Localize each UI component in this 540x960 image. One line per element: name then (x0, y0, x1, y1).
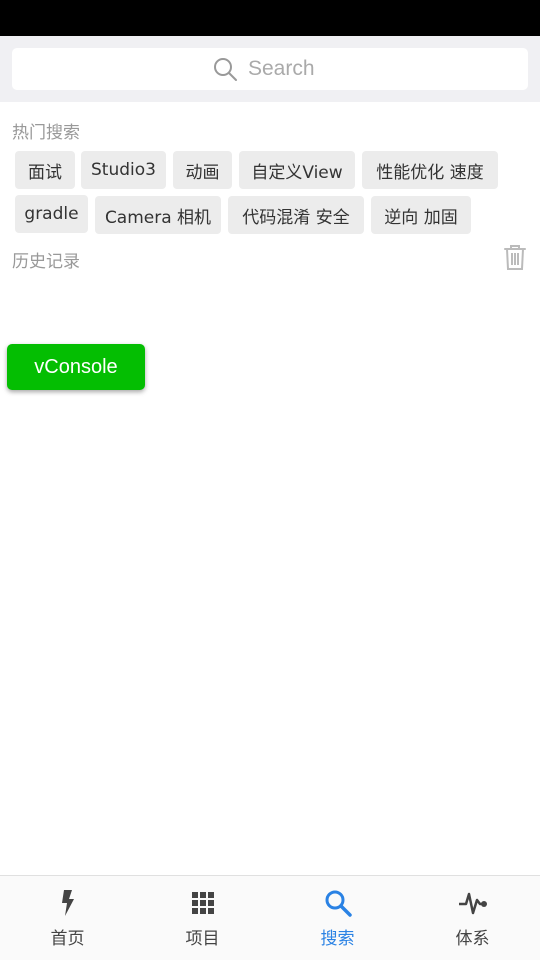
hot-tag[interactable]: 代码混淆 安全 (228, 196, 364, 234)
search-icon (325, 890, 352, 917)
nav-item-system[interactable]: 体系 (405, 876, 540, 960)
hot-tag[interactable]: 性能优化 速度 (362, 151, 498, 189)
search-box[interactable] (12, 48, 528, 90)
nav-item-home[interactable]: 首页 (0, 876, 135, 960)
nav-label-projects: 项目 (185, 929, 220, 949)
hot-tag[interactable]: Studio3 (81, 151, 166, 189)
hot-tag[interactable]: 动画 (173, 151, 232, 189)
nav-label-system: 体系 (455, 929, 490, 949)
nav-item-search[interactable]: 搜索 (270, 876, 405, 960)
hot-tag[interactable]: gradle (15, 195, 88, 233)
grid-icon (191, 892, 214, 914)
hot-tag[interactable]: Camera 相机 (95, 196, 221, 234)
nav-item-projects[interactable]: 项目 (135, 876, 270, 960)
hot-search-title: 热门搜索 (12, 123, 80, 143)
nav-label-search: 搜索 (320, 929, 355, 949)
nav-label-home: 首页 (50, 929, 85, 949)
search-bar-area (0, 36, 540, 102)
search-icon (214, 58, 237, 81)
trash-icon[interactable] (502, 243, 528, 271)
hot-tag[interactable]: 自定义View (239, 151, 355, 189)
hot-tag[interactable]: 面试 (15, 151, 75, 189)
history-title: 历史记录 (12, 252, 80, 272)
status-bar (0, 0, 540, 36)
hot-tag[interactable]: 逆向 加固 (371, 196, 471, 234)
vconsole-button[interactable]: vConsole (7, 344, 145, 390)
flash-icon (61, 890, 74, 916)
search-input[interactable] (248, 57, 328, 81)
bottom-nav: 首页 项目 搜索 体系 (0, 875, 540, 960)
pulse-icon (458, 892, 487, 915)
